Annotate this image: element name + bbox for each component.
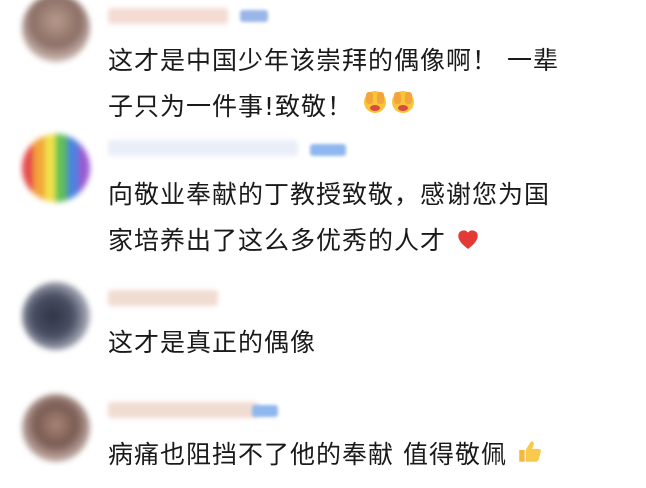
- comment-line: 这才是真正的偶像: [108, 328, 317, 357]
- thumbs-up-icon: [516, 433, 544, 479]
- comment-text: 病痛也阻挡不了他的奉献 值得敬佩: [108, 432, 628, 479]
- user-badge: [240, 10, 268, 22]
- comment-item-4: 病痛也阻挡不了他的奉献 值得敬佩: [0, 380, 646, 488]
- username-blurred[interactable]: [108, 140, 298, 156]
- username-blurred[interactable]: [108, 8, 228, 24]
- avatar[interactable]: [22, 282, 90, 350]
- comment-item-2: 向敬业奉献的丁教授致敬，感谢您为国 家培养出了这么多优秀的人才: [0, 122, 646, 272]
- comment-text: 这才是中国少年该崇拜的偶像啊！ 一辈 子只为一件事!致敬！: [108, 38, 628, 131]
- avatar[interactable]: [22, 134, 90, 202]
- comment-line: 家培养出了这么多优秀的人才: [108, 218, 628, 265]
- comment-text: 这才是真正的偶像: [108, 320, 628, 366]
- username-blurred[interactable]: [108, 290, 218, 306]
- username-blurred[interactable]: [108, 402, 258, 418]
- avatar[interactable]: [22, 0, 90, 62]
- comment-item-3: 这才是真正的偶像: [0, 272, 646, 380]
- comment-line: 这才是中国少年该崇拜的偶像啊！ 一辈: [108, 46, 559, 75]
- comment-line: 向敬业奉献的丁教授致敬，感谢您为国: [108, 180, 551, 209]
- user-badge: [310, 144, 346, 156]
- comment-line-text: 病痛也阻挡不了他的奉献 值得敬佩: [108, 440, 507, 469]
- user-badge: [252, 405, 278, 417]
- comment-text: 向敬业奉献的丁教授致敬，感谢您为国 家培养出了这么多优秀的人才: [108, 172, 628, 265]
- red-heart-icon: [455, 219, 481, 265]
- comment-line: 病痛也阻挡不了他的奉献 值得敬佩: [108, 432, 628, 479]
- comment-item-1: 这才是中国少年该崇拜的偶像啊！ 一辈 子只为一件事!致敬！: [0, 0, 646, 122]
- comment-line-text: 子只为一件事!致敬！: [108, 92, 354, 121]
- avatar[interactable]: [22, 394, 90, 462]
- comment-line-text: 家培养出了这么多优秀的人才: [108, 226, 447, 255]
